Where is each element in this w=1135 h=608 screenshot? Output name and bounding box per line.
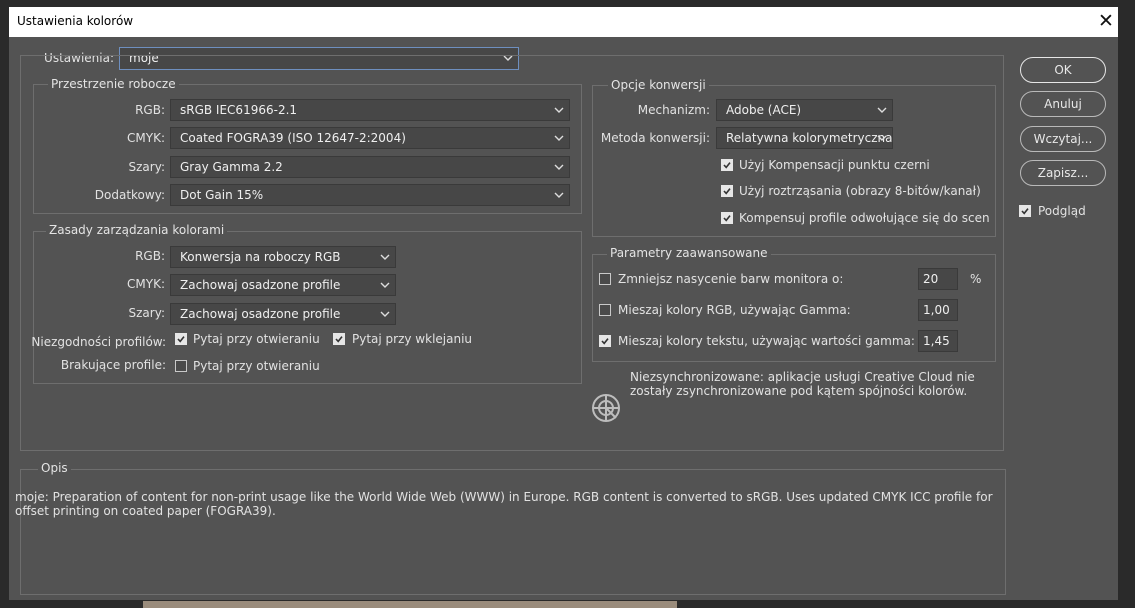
description-title: Opis (38, 461, 71, 475)
policy-cmyk-value: Zachowaj osadzone profile (180, 278, 341, 292)
dither-label: Użyj roztrząsania (obrazy 8-bitów/kanał) (739, 184, 981, 198)
mismatch-paste-checkbox[interactable] (333, 333, 345, 345)
mismatch-open-checkbox[interactable] (175, 333, 187, 345)
missing-open-label: Pytaj przy otwieraniu (193, 359, 320, 373)
blend-rgb-checkbox[interactable] (599, 304, 611, 316)
ws-rgb-label: RGB: (135, 103, 165, 117)
ws-cmyk-value: Coated FOGRA39 (ISO 12647-2:2004) (180, 131, 406, 145)
ws-spot-value: Dot Gain 15% (180, 188, 264, 202)
ws-gray-dropdown[interactable]: Gray Gamma 2.2 (170, 156, 570, 178)
chevron-down-icon (554, 157, 564, 177)
description-group (20, 469, 1006, 595)
intent-value: Relatywna kolorymetryczna (726, 131, 893, 145)
dither-checkbox[interactable] (721, 185, 733, 197)
policy-gray-value: Zachowaj osadzone profile (180, 307, 341, 321)
chevron-down-icon (380, 304, 390, 324)
chevron-down-icon (554, 128, 564, 148)
cancel-button[interactable]: Anuluj (1020, 91, 1106, 117)
ws-gray-label: Szary: (128, 160, 165, 174)
chevron-down-icon (380, 275, 390, 295)
mismatch-open-label: Pytaj przy otwieraniu (193, 332, 320, 346)
chevron-down-icon (877, 128, 887, 148)
chevron-down-icon (554, 185, 564, 205)
desaturate-checkbox[interactable] (599, 273, 611, 285)
preview-label: Podgląd (1038, 204, 1086, 218)
policy-rgb-value: Konwersja na roboczy RGB (180, 250, 341, 264)
scene-profiles-label: Kompensuj profile odwołujące się do scen (739, 211, 990, 225)
intent-label: Metoda konwersji: (600, 131, 710, 145)
title-bar: Ustawienia kolorów ✕ (9, 7, 1118, 37)
blend-text-input[interactable]: 1,45 (918, 330, 958, 352)
ws-gray-value: Gray Gamma 2.2 (180, 160, 283, 174)
mismatch-label: Niezgodności profilów: (31, 335, 166, 349)
chevron-down-icon (380, 247, 390, 267)
policies-title: Zasady zarządzania kolorami (46, 223, 228, 237)
missing-label: Brakujące profile: (60, 358, 166, 372)
policy-gray-dropdown[interactable]: Zachowaj osadzone profile (170, 303, 396, 325)
black-point-label: Użyj Kompensacji punktu czerni (739, 158, 930, 172)
policy-gray-label: Szary: (128, 306, 165, 320)
missing-open-checkbox[interactable] (175, 360, 187, 372)
blend-rgb-input[interactable]: 1,00 (918, 299, 958, 321)
blend-rgb-label: Mieszaj kolory RGB, używając Gamma: (618, 303, 851, 317)
close-icon[interactable]: ✕ (1095, 10, 1117, 32)
engine-dropdown[interactable]: Adobe (ACE) (716, 99, 893, 121)
chevron-down-icon (554, 100, 564, 120)
black-point-checkbox[interactable] (721, 159, 733, 171)
ok-button[interactable]: OK (1020, 57, 1106, 83)
background-image-strip (143, 601, 677, 608)
save-button[interactable]: Zapisz... (1020, 160, 1106, 186)
desaturate-input[interactable]: 20 (918, 268, 958, 290)
percent-unit: % (970, 272, 982, 286)
engine-value: Adobe (ACE) (726, 103, 802, 117)
conversion-title: Opcje konwersji (608, 78, 709, 92)
ws-cmyk-label: CMYK: (127, 131, 165, 145)
ws-spot-dropdown[interactable]: Dot Gain 15% (170, 184, 570, 206)
ws-rgb-dropdown[interactable]: sRGB IEC61966-2.1 (170, 99, 570, 121)
policy-cmyk-dropdown[interactable]: Zachowaj osadzone profile (170, 274, 396, 296)
sync-status-text: Niezsynchronizowane: aplikacje usługi Cr… (630, 370, 975, 398)
ws-spot-label: Dodatkowy: (94, 188, 165, 202)
blend-text-label: Mieszaj kolory tekstu, używając wartości… (618, 334, 915, 348)
advanced-title: Parametry zaawansowane (607, 246, 771, 260)
policy-cmyk-label: CMYK: (127, 277, 165, 291)
preview-checkbox[interactable] (1019, 205, 1031, 217)
blend-text-checkbox[interactable] (599, 335, 611, 347)
load-button[interactable]: Wczytaj... (1020, 126, 1106, 152)
policy-rgb-label: RGB: (135, 249, 165, 263)
engine-label: Mechanizm: (637, 103, 710, 117)
description-text: moje: Preparation of content for non-pri… (15, 490, 993, 518)
ws-cmyk-dropdown[interactable]: Coated FOGRA39 (ISO 12647-2:2004) (170, 127, 570, 149)
window-title: Ustawienia kolorów (17, 14, 134, 28)
working-spaces-title: Przestrzenie robocze (48, 77, 179, 91)
mismatch-paste-label: Pytaj przy wklejaniu (352, 332, 473, 346)
chevron-down-icon (877, 100, 887, 120)
creative-cloud-sync-icon (590, 392, 622, 424)
policy-rgb-dropdown[interactable]: Konwersja na roboczy RGB (170, 246, 396, 268)
ws-rgb-value: sRGB IEC61966-2.1 (180, 103, 298, 117)
scene-profiles-checkbox[interactable] (721, 212, 733, 224)
intent-dropdown[interactable]: Relatywna kolorymetryczna (716, 127, 893, 149)
desaturate-label: Zmniejsz nasycenie barw monitora o: (618, 272, 844, 286)
